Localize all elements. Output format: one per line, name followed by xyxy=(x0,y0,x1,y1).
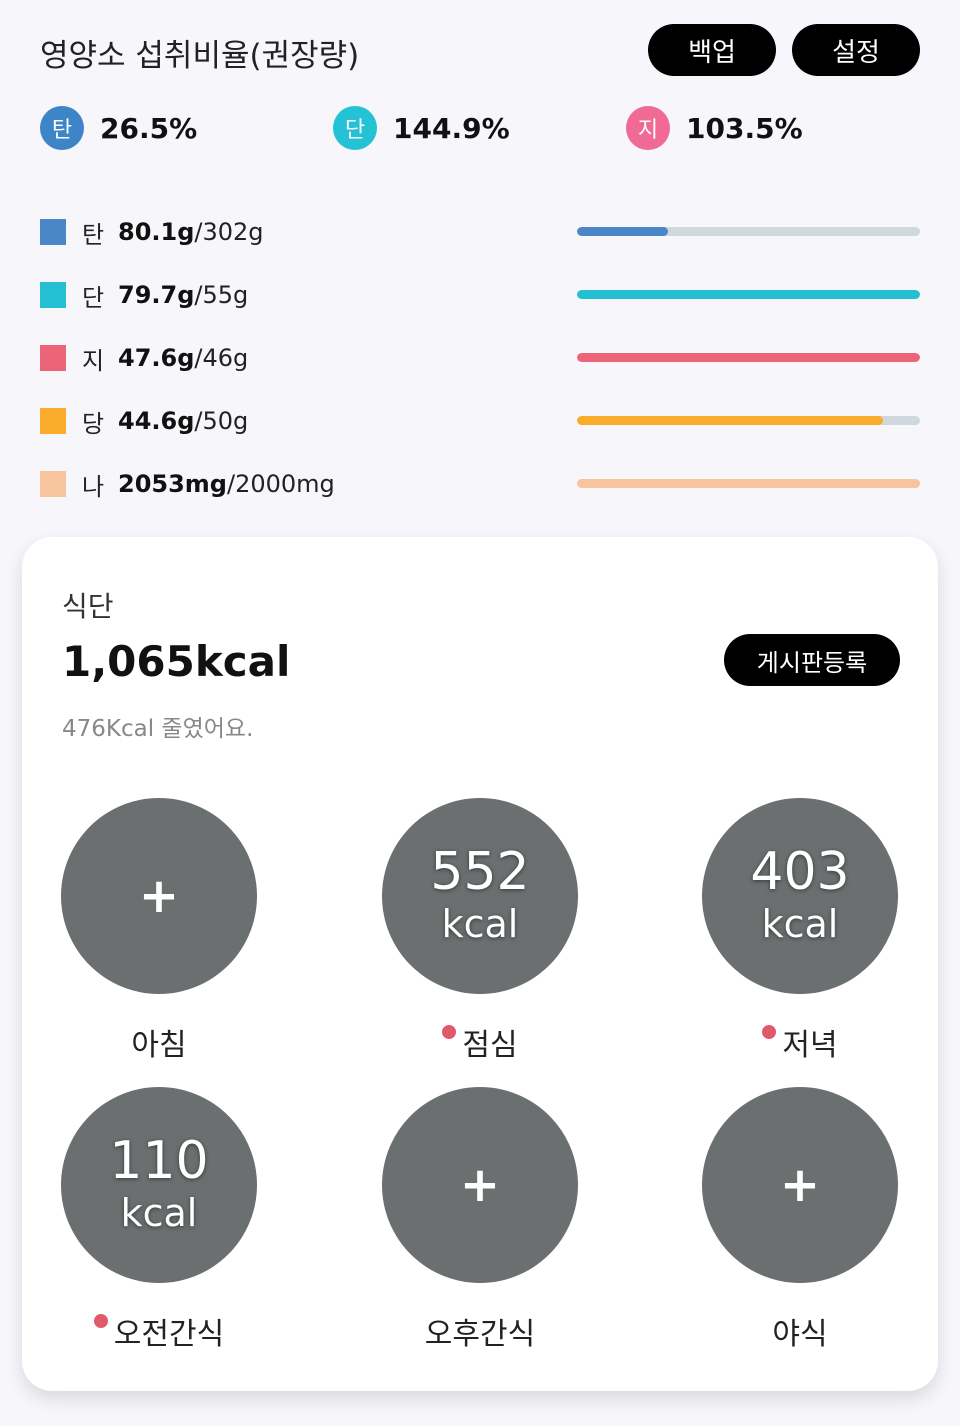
nutrient-goal: /55g xyxy=(194,281,249,309)
nutrient-goal: /2000mg xyxy=(226,470,335,498)
diet-card: 식단 1,065kcal 476Kcal 줄였어요. 게시판등록 + 아침 55… xyxy=(22,537,938,1391)
progress-fill xyxy=(577,416,883,425)
nutrient-value: 44.6g xyxy=(118,407,195,435)
meal-name: 점심 xyxy=(382,1020,578,1064)
nutrient-row-carbs: 탄 80.1g /302g xyxy=(40,212,920,252)
meal-afternoon-snack[interactable]: + 오후간식 xyxy=(382,1087,578,1352)
nutrient-row-sugar: 당 44.6g /50g xyxy=(40,401,920,441)
kcal-reduced-text: 476Kcal 줄였어요. xyxy=(62,716,254,742)
progress-fill xyxy=(577,353,920,362)
nutrient-row-sodium: 나 2053mg /2000mg xyxy=(40,464,920,504)
nutrient-value: 79.7g xyxy=(118,281,195,309)
progress-fill xyxy=(577,227,668,236)
nutrient-label: 당 xyxy=(82,409,105,438)
meal-photo[interactable]: 403 kcal xyxy=(702,798,898,994)
nutrient-goal: /50g xyxy=(194,407,249,435)
progress-fill xyxy=(577,290,920,299)
progress-bar xyxy=(577,479,920,488)
plus-icon: + xyxy=(459,1157,501,1213)
page-title: 영양소 섭취비율(권장량) xyxy=(40,38,360,74)
nutrient-label: 탄 xyxy=(82,220,105,249)
status-dot xyxy=(762,1025,777,1039)
kcal-overlay: 110 kcal xyxy=(61,1131,257,1235)
kcal-unit: kcal xyxy=(441,902,519,946)
color-swatch xyxy=(40,219,66,245)
board-register-button[interactable]: 게시판등록 xyxy=(724,634,900,686)
meal-lunch[interactable]: 552 kcal 점심 xyxy=(382,798,578,1063)
nutrient-goal: /46g xyxy=(194,344,249,372)
color-swatch xyxy=(40,471,66,497)
fat-badge: 지 xyxy=(626,106,670,150)
meal-name: 오후간식 xyxy=(424,1317,536,1352)
kcal-overlay: 403 kcal xyxy=(702,842,898,946)
progress-fill xyxy=(577,479,920,488)
meal-name: 저녁 xyxy=(702,1020,898,1064)
nutrient-goal: /302g xyxy=(194,218,264,246)
meal-name: 오전간식 xyxy=(61,1309,257,1353)
plus-icon: + xyxy=(779,1157,821,1213)
carbs-badge: 탄 xyxy=(40,106,84,150)
color-swatch xyxy=(40,345,66,371)
nutrient-label: 단 xyxy=(82,283,105,312)
ratio-carbs: 탄 26.5% xyxy=(40,106,197,150)
fat-percent: 103.5% xyxy=(686,111,803,145)
nutrient-row-protein: 단 79.7g /55g xyxy=(40,275,920,315)
meal-name: 야식 xyxy=(772,1317,828,1352)
progress-bar xyxy=(577,227,920,236)
meal-add-circle[interactable]: + xyxy=(382,1087,578,1283)
meal-name: 아침 xyxy=(131,1028,187,1063)
nutrient-row-fat: 지 47.6g /46g xyxy=(40,338,920,378)
meal-photo[interactable]: 552 kcal xyxy=(382,798,578,994)
nutrient-value: 2053mg xyxy=(118,470,227,498)
nutrient-label: 나 xyxy=(82,472,105,501)
color-swatch xyxy=(40,282,66,308)
kcal-unit: kcal xyxy=(761,902,839,946)
color-swatch xyxy=(40,408,66,434)
settings-button[interactable]: 설정 xyxy=(792,24,920,76)
total-kcal: 1,065kcal xyxy=(62,637,291,686)
meal-add-circle[interactable]: + xyxy=(702,1087,898,1283)
nutrient-value: 47.6g xyxy=(118,344,195,372)
nutrient-label: 지 xyxy=(82,346,105,375)
meal-morning-snack[interactable]: 110 kcal 오전간식 xyxy=(61,1087,257,1352)
progress-bar xyxy=(577,416,920,425)
ratio-protein: 단 144.9% xyxy=(333,106,510,150)
carbs-percent: 26.5% xyxy=(100,111,198,145)
status-dot xyxy=(93,1314,108,1328)
kcal-unit: kcal xyxy=(120,1191,198,1235)
ratio-fat: 지 103.5% xyxy=(626,106,803,150)
status-dot xyxy=(442,1025,457,1039)
kcal-number: 110 xyxy=(109,1131,209,1191)
backup-button[interactable]: 백업 xyxy=(648,24,776,76)
kcal-number: 552 xyxy=(430,842,530,902)
kcal-number: 403 xyxy=(750,842,850,902)
diet-label: 식단 xyxy=(62,590,114,623)
meal-photo[interactable]: 110 kcal xyxy=(61,1087,257,1283)
meal-add-circle[interactable]: + xyxy=(61,798,257,994)
kcal-overlay: 552 kcal xyxy=(382,842,578,946)
progress-bar xyxy=(577,353,920,362)
plus-icon: + xyxy=(138,868,180,924)
protein-badge: 단 xyxy=(333,106,377,150)
meal-late-night[interactable]: + 야식 xyxy=(702,1087,898,1352)
meal-breakfast[interactable]: + 아침 xyxy=(61,798,257,1063)
nutrient-value: 80.1g xyxy=(118,218,195,246)
meal-dinner[interactable]: 403 kcal 저녁 xyxy=(702,798,898,1063)
progress-bar xyxy=(577,290,920,299)
protein-percent: 144.9% xyxy=(393,111,510,145)
